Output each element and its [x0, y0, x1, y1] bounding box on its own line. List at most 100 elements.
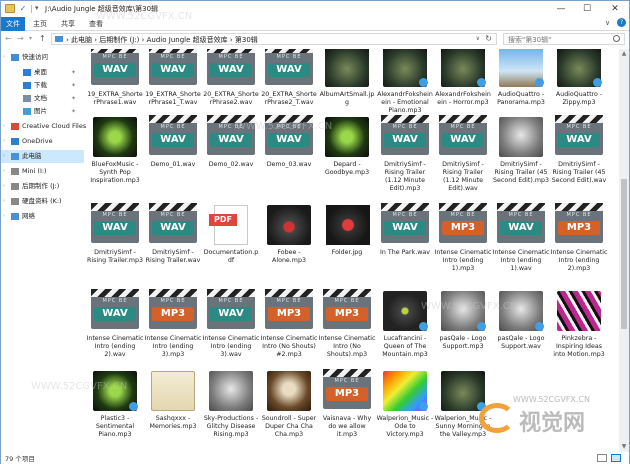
details-view-icon[interactable]: [597, 454, 607, 462]
search-box[interactable]: [503, 33, 625, 45]
tab-view[interactable]: 查看: [85, 17, 107, 31]
search-icon[interactable]: [613, 35, 620, 42]
sidebar-item[interactable]: 桌面 ✦: [1, 66, 84, 79]
breadcrumb[interactable]: › 此电脑 › 后期制作 (J:) › Audio Jungle 超级音效库 ›…: [66, 35, 258, 45]
sidebar-item[interactable]: › Creative Cloud Files: [1, 120, 86, 133]
file-item[interactable]: MPC BE WAV DmitriySimf - Rising Trailer.wa…: [144, 203, 202, 291]
file-item[interactable]: Folder.jpg: [318, 203, 376, 291]
file-name: DmitriySimf - Rising Trailer.wav: [145, 249, 201, 264]
file-item[interactable]: MPC BE WAV DmitriySimf - Rising Trailer (4…: [550, 115, 608, 203]
close-button[interactable]: ✕: [603, 1, 627, 17]
scroll-up-icon[interactable]: ▲: [619, 49, 629, 59]
properties-icon[interactable]: ✓: [18, 4, 28, 13]
file-name: In The Park.wav: [380, 249, 430, 256]
album-art-thumbnail: [325, 117, 369, 157]
file-item[interactable]: MPC BE WAV Intense Cinematic Intro (ending…: [492, 203, 550, 291]
file-item[interactable]: pasQale - Logo Support.mp3: [434, 289, 492, 377]
file-item[interactable]: MPC BE MP3 Intense Cinematic Intro (No Sho…: [260, 289, 318, 377]
tab-home[interactable]: 主页: [29, 17, 51, 31]
file-item[interactable]: MPC BE MP3 Intense Cinematic Intro (ending…: [144, 289, 202, 377]
file-item[interactable]: Lucafrancini - Queen of The Mountain.mp3: [376, 289, 434, 377]
file-item[interactable]: MPC BE WAV In The Park.wav: [376, 203, 434, 291]
large-icons-view-icon[interactable]: [611, 454, 621, 462]
expand-chevron-icon[interactable]: ›: [3, 165, 5, 178]
address-bar[interactable]: › 此电脑 › 后期制作 (J:) › Audio Jungle 超级音效库 ›…: [51, 33, 497, 45]
expand-chevron-icon[interactable]: ›: [3, 210, 5, 223]
file-item[interactable]: MPC BE WAV DmitriySimf - Rising Trailer (1…: [434, 115, 492, 203]
sidebar-item[interactable]: 下载 ✦: [1, 79, 84, 92]
file-thumbnail: [436, 369, 490, 413]
sidebar-item[interactable]: › 快速访问: [1, 51, 84, 64]
expand-chevron-icon[interactable]: ›: [3, 51, 5, 64]
refresh-icon[interactable]: ↻: [485, 34, 492, 43]
file-item[interactable]: Soundroll - Super Duper Cha Cha Cha.mp3: [260, 369, 318, 452]
pin-icon[interactable]: ✦: [71, 105, 76, 118]
pin-icon[interactable]: ✦: [71, 92, 76, 105]
file-item[interactable]: BlueFoxMusic - Synth Pop Inspiration.mp3: [86, 115, 144, 203]
sidebar-item[interactable]: 文档 ✦: [1, 92, 84, 105]
expand-ribbon-chevron-icon[interactable]: ∨: [605, 19, 610, 27]
sidebar-item[interactable]: › Mini (I:): [1, 165, 84, 178]
scroll-down-icon[interactable]: ▼: [619, 442, 629, 452]
file-item[interactable]: Depard - Goodbye.mp3: [318, 115, 376, 203]
file-item[interactable]: MPC BE WAV Intense Cinematic Intro (ending…: [86, 289, 144, 377]
media-file-icon: MPC BE WAV: [207, 49, 255, 85]
minimize-button[interactable]: —: [549, 1, 573, 17]
file-name: 20_EXTRA_ShorterPhrase2.wav: [203, 91, 259, 106]
file-item[interactable]: Sashqxxx - Memories.mp3: [144, 369, 202, 452]
file-item[interactable]: DmitriySimf - Rising Trailer (45 Second …: [492, 115, 550, 203]
media-file-icon: MPC BE MP3: [555, 203, 603, 243]
file-item[interactable]: Fobee - Alone.mp3: [260, 203, 318, 291]
sidebar-item[interactable]: 图片 ✦: [1, 105, 84, 118]
help-icon[interactable]: ?: [617, 18, 626, 27]
file-item[interactable]: MPC BE WAV Demo_03.wav: [260, 115, 318, 203]
expand-chevron-icon[interactable]: ›: [3, 195, 5, 208]
file-item[interactable]: MPC BE MP3 Vaisnava - Why do we allow it.m…: [318, 369, 376, 452]
file-item[interactable]: MPC BE WAV DmitriySimf - Rising Trailer.mp…: [86, 203, 144, 291]
file-item[interactable]: PDF Documentation.pdf: [202, 203, 260, 291]
file-type-badge: WAV: [210, 133, 252, 147]
expand-chevron-icon[interactable]: ›: [3, 150, 5, 163]
back-button[interactable]: ←: [5, 34, 12, 44]
forward-button[interactable]: →: [17, 34, 24, 44]
tab-file[interactable]: 文件: [1, 17, 25, 31]
expand-chevron-icon[interactable]: ›: [3, 120, 5, 133]
pin-icon[interactable]: ✦: [71, 66, 76, 79]
file-item[interactable]: MPC BE WAV DmitriySimf - Rising Trailer (1…: [376, 115, 434, 203]
media-file-icon: MPC BE WAV: [149, 49, 197, 85]
sidebar-item[interactable]: › 此电脑: [1, 150, 84, 163]
file-item[interactable]: Pinkzebra - Inspiring Ideas into Motion.…: [550, 289, 608, 377]
expand-chevron-icon[interactable]: ›: [3, 135, 5, 148]
address-dropdown-icon[interactable]: ∨: [476, 35, 480, 42]
pin-icon[interactable]: ✦: [71, 79, 76, 92]
search-input[interactable]: [508, 35, 608, 44]
sidebar-item[interactable]: › 后期制作 (J:): [1, 180, 84, 193]
scrollbar[interactable]: ▲ ▼: [619, 49, 629, 452]
file-item[interactable]: MPC BE MP3 Intense Cinematic Intro (No Sho…: [318, 289, 376, 377]
media-file-icon: MPC BE WAV: [91, 49, 139, 85]
album-art-thumbnail: [267, 371, 311, 411]
sidebar-item[interactable]: › OneDrive: [1, 135, 84, 148]
file-item[interactable]: Plastic3 - Sentimental Piano.mp3: [86, 369, 144, 452]
quick-access-toolbar-chevron-icon[interactable]: ▾: [35, 4, 39, 12]
recent-locations-button[interactable]: ▾: [29, 34, 32, 44]
file-item[interactable]: pasQale - Logo Support.wav: [492, 289, 550, 377]
file-type-badge: WAV: [500, 221, 542, 235]
file-item[interactable]: Walperion_Music - Ode to Victory.mp3: [376, 369, 434, 452]
scrollbar-thumb[interactable]: [621, 179, 627, 329]
play-icon: [419, 78, 428, 87]
file-item[interactable]: MPC BE MP3 Intense Cinematic Intro (ending…: [550, 203, 608, 291]
file-item[interactable]: Walperion_Music - Sunny Morning in the V…: [434, 369, 492, 452]
up-button[interactable]: ↑: [39, 34, 46, 44]
sidebar-item[interactable]: › 硬盘资料 (K:): [1, 195, 84, 208]
file-item[interactable]: MPC BE WAV Demo_02.wav: [202, 115, 260, 203]
file-item[interactable]: MPC BE MP3 Intense Cinematic Intro (ending…: [434, 203, 492, 291]
file-item[interactable]: MPC BE WAV Intense Cinematic Intro (ending…: [202, 289, 260, 377]
file-name: Folder.jpg: [331, 249, 363, 256]
file-item[interactable]: MPC BE WAV Demo_01.wav: [144, 115, 202, 203]
file-item[interactable]: Sky-Productions - Glitchy Disease Rising…: [202, 369, 260, 452]
maximize-button[interactable]: ☐: [575, 1, 599, 17]
expand-chevron-icon[interactable]: ›: [3, 180, 5, 193]
tab-share[interactable]: 共享: [57, 17, 79, 31]
sidebar-item[interactable]: › 网络: [1, 210, 84, 223]
